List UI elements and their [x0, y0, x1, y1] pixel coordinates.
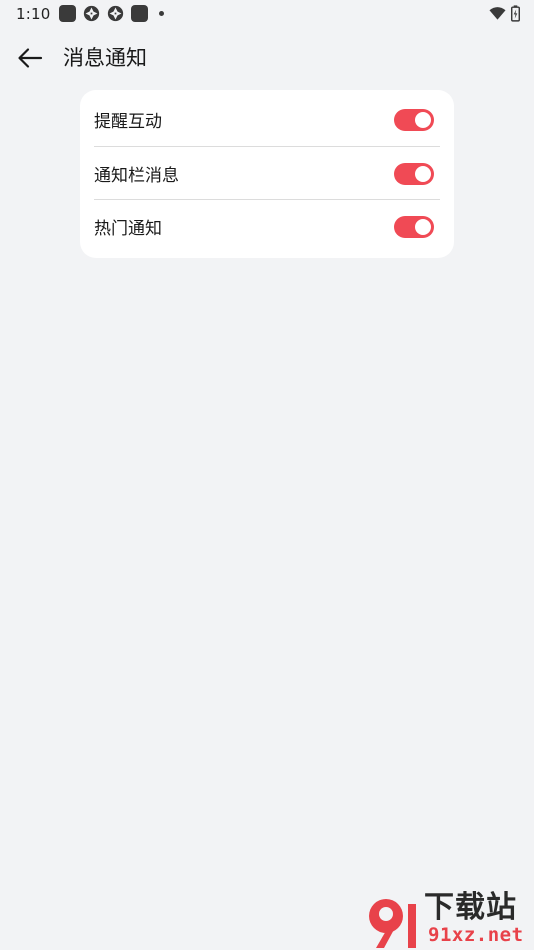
toggle-knob: [415, 218, 431, 235]
status-system-icons: [489, 5, 520, 22]
watermark-logo-icon: [369, 899, 416, 948]
status-bar: 1:10: [0, 0, 534, 28]
screen: 1:10 消息通知 提醒互动 通知栏消息 热门通知 下载站 91xz.net: [0, 0, 534, 950]
wifi-icon: [489, 7, 506, 20]
toggle-knob: [415, 165, 431, 182]
watermark-site: 91xz.net: [428, 924, 524, 946]
watermark: 下载站 91xz.net: [364, 890, 534, 950]
notification-square-icon: [59, 5, 76, 22]
status-time: 1:10: [16, 5, 51, 23]
page-title: 消息通知: [63, 46, 147, 70]
setting-label: 提醒互动: [94, 112, 162, 132]
setting-row-notification-bar[interactable]: 通知栏消息: [94, 147, 440, 200]
aperture-icon: [83, 5, 100, 22]
watermark-title: 下载站: [424, 890, 517, 925]
hot-notification-toggle[interactable]: [394, 215, 434, 238]
battery-charging-icon: [511, 5, 520, 22]
notification-settings-card: 提醒互动 通知栏消息 热门通知: [80, 90, 454, 258]
setting-row-hot-notification[interactable]: 热门通知: [94, 200, 440, 253]
setting-row-reminder-interaction[interactable]: 提醒互动: [94, 93, 440, 146]
notification-bar-toggle[interactable]: [394, 162, 434, 185]
reminder-interaction-toggle[interactable]: [394, 108, 434, 131]
status-notification-icons: [59, 5, 164, 22]
setting-label: 热门通知: [94, 219, 162, 239]
back-button[interactable]: [12, 40, 48, 76]
notification-square-icon: [131, 5, 148, 22]
aperture-icon: [107, 5, 124, 22]
setting-label: 通知栏消息: [94, 166, 179, 186]
app-header: 消息通知: [0, 30, 534, 86]
toggle-knob: [415, 111, 431, 128]
more-dot-icon: [159, 11, 164, 16]
arrow-left-icon: [18, 48, 43, 68]
